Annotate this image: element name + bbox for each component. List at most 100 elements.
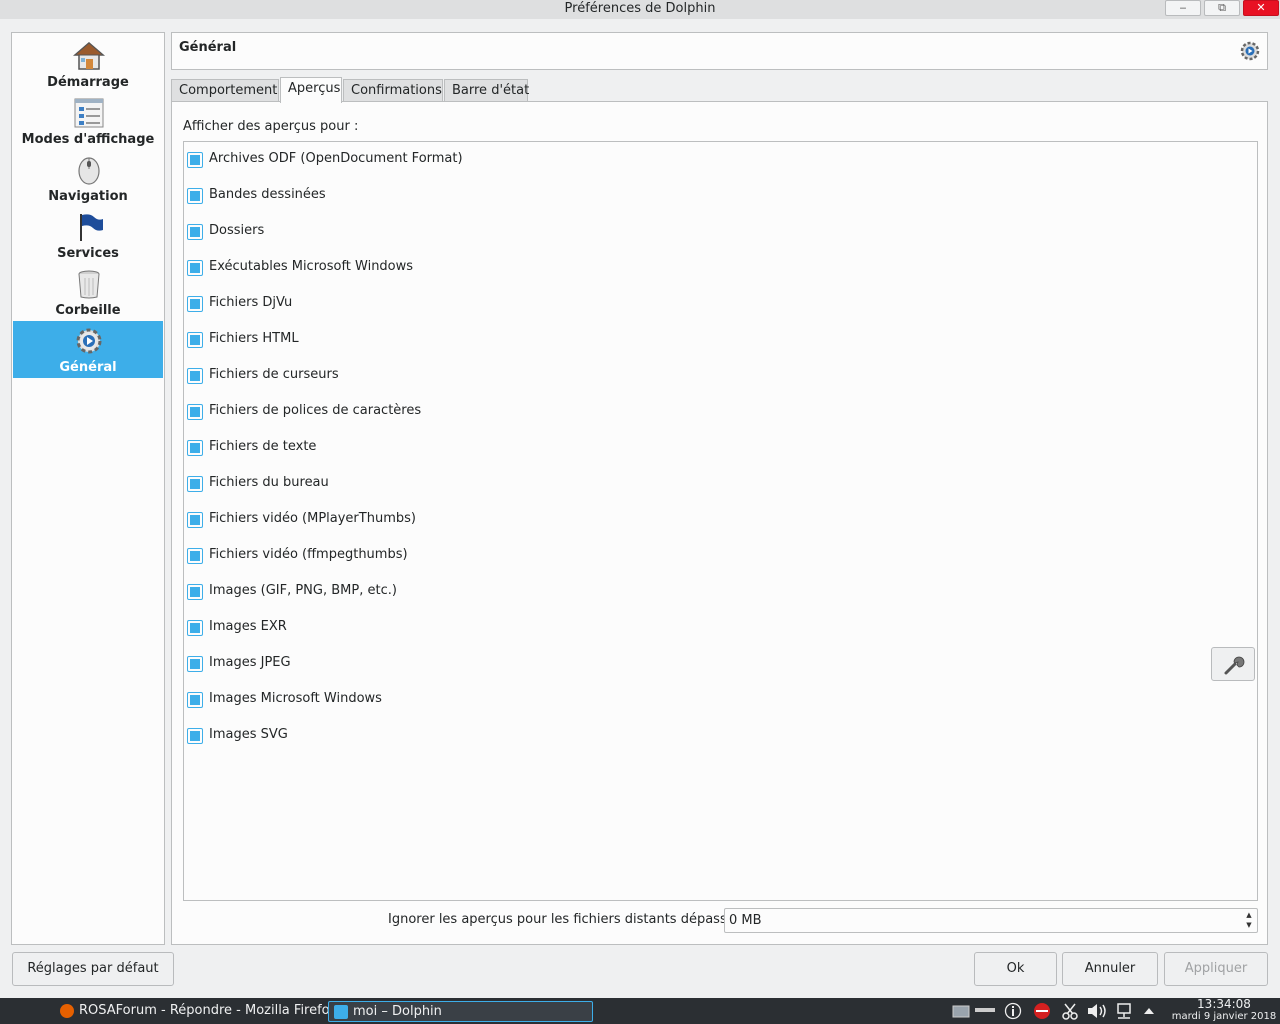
clock-time: 13:34:08 (1197, 997, 1251, 1011)
cancel-button[interactable]: Annuler (1062, 952, 1158, 986)
preview-option[interactable]: Fichiers de polices de caractères (187, 402, 887, 424)
preview-option[interactable]: Archives ODF (OpenDocument Format) (187, 150, 887, 172)
mouse-icon (78, 157, 100, 185)
network-icon[interactable] (1115, 1002, 1133, 1020)
sidebar-item-label: Modes d'affichage (21, 132, 155, 147)
taskbar-task-dolphin[interactable]: moi – Dolphin (328, 1001, 593, 1022)
checkbox[interactable] (187, 620, 203, 636)
checkbox[interactable] (187, 692, 203, 708)
page-title: Général (179, 40, 237, 55)
checkbox[interactable] (187, 296, 203, 312)
tab-barre-etat[interactable]: Barre d'état (444, 79, 529, 102)
checkbox[interactable] (187, 584, 203, 600)
sidebar-item-label: Démarrage (47, 75, 129, 90)
sidebar-item-demarrage[interactable]: Démarrage (13, 36, 163, 93)
configure-preview-button[interactable] (1211, 647, 1255, 681)
preview-option[interactable]: Fichiers vidéo (ffmpegthumbs) (187, 546, 887, 568)
preview-option[interactable]: Images EXR (187, 618, 887, 640)
preview-option[interactable]: Exécutables Microsoft Windows (187, 258, 887, 280)
task-label: ROSAForum - Répondre - Mozilla Firefox (79, 1003, 337, 1018)
sidebar-item-services[interactable]: Services (13, 207, 163, 264)
preview-option-label: Fichiers DjVu (209, 295, 293, 310)
remote-size-spinbox[interactable]: 0 MB ▲ ▼ (724, 908, 1258, 933)
preview-option-label: Images JPEG (209, 655, 291, 670)
window-titlebar: Préférences de Dolphin ‒ ⧉ ✕ (0, 0, 1280, 19)
preview-option[interactable]: Images SVG (187, 726, 887, 748)
checkbox[interactable] (187, 188, 203, 204)
preview-option[interactable]: Fichiers de curseurs (187, 366, 887, 388)
spinbox-arrows[interactable]: ▲ ▼ (1243, 910, 1255, 931)
sidebar-item-general[interactable]: Général (13, 321, 163, 378)
previews-list[interactable]: Archives ODF (OpenDocument Format) Bande… (183, 141, 1258, 901)
chevron-down-icon[interactable]: ▼ (1243, 920, 1255, 930)
ok-button[interactable]: Ok (974, 952, 1057, 986)
maximize-icon: ⧉ (1218, 1, 1226, 14)
preview-option[interactable]: Fichiers du bureau (187, 474, 887, 496)
preview-option-label: Bandes dessinées (209, 187, 326, 202)
page-header: Général (171, 32, 1268, 70)
preview-option-label: Dossiers (209, 223, 265, 238)
preview-option[interactable]: Bandes dessinées (187, 186, 887, 208)
checkbox[interactable] (187, 476, 203, 492)
chevron-up-icon[interactable]: ▲ (1243, 910, 1255, 920)
sidebar-item-modes-affichage[interactable]: Modes d'affichage (13, 93, 163, 150)
minimize-button[interactable]: ‒ (1165, 0, 1201, 16)
settings-gear-icon (1240, 41, 1260, 61)
preview-option[interactable]: Fichiers vidéo (MPlayerThumbs) (187, 510, 887, 532)
checkbox[interactable] (187, 404, 203, 420)
preview-option-label: Fichiers de texte (209, 439, 317, 454)
scissors-icon[interactable] (1061, 1002, 1079, 1020)
taskbar-task-firefox[interactable]: ROSAForum - Répondre - Mozilla Firefox (55, 1001, 337, 1022)
preview-option-label: Fichiers de polices de caractères (209, 403, 422, 418)
tab-apercus[interactable]: Aperçus (280, 77, 342, 103)
preview-option-label: Images (GIF, PNG, BMP, etc.) (209, 583, 397, 598)
checkbox[interactable] (187, 260, 203, 276)
maximize-button[interactable]: ⧉ (1204, 0, 1240, 16)
preview-option[interactable]: Fichiers DjVu (187, 294, 887, 316)
checkbox[interactable] (187, 440, 203, 456)
preview-option-label: Images EXR (209, 619, 287, 634)
sidebar-item-corbeille[interactable]: Corbeille (13, 264, 163, 321)
sidebar-item-label: Services (57, 246, 119, 261)
window-list-icon[interactable] (974, 1002, 996, 1020)
preview-option[interactable]: Images (GIF, PNG, BMP, etc.) (187, 582, 887, 604)
checkbox[interactable] (187, 332, 203, 348)
preview-option[interactable]: Fichiers de texte (187, 438, 887, 460)
checkbox[interactable] (187, 152, 203, 168)
flag-icon (80, 214, 103, 241)
info-icon[interactable] (1004, 1002, 1022, 1020)
wrench-icon (1224, 656, 1245, 675)
apply-button[interactable]: Appliquer (1164, 952, 1268, 986)
remote-size-label: Ignorer les aperçus pour les fichiers di… (388, 912, 757, 927)
preview-option[interactable]: Images Microsoft Windows (187, 690, 887, 712)
sidebar-item-label: Général (59, 360, 117, 375)
sidebar-item-navigation[interactable]: Navigation (13, 150, 163, 207)
preview-option-label: Fichiers vidéo (ffmpegthumbs) (209, 547, 408, 562)
checkbox[interactable] (187, 224, 203, 240)
sidebar-item-label: Corbeille (55, 303, 121, 318)
preview-option[interactable]: Dossiers (187, 222, 887, 244)
trash-icon (78, 270, 100, 299)
settings-gear-icon (76, 328, 102, 354)
volume-icon[interactable] (1086, 1002, 1108, 1020)
checkbox[interactable] (187, 368, 203, 384)
checkbox[interactable] (187, 548, 203, 564)
close-button[interactable]: ✕ (1243, 0, 1279, 16)
defaults-button[interactable]: Réglages par défaut (12, 952, 174, 986)
window-title: Préférences de Dolphin (564, 1, 716, 16)
clock-date: mardi 9 janvier 2018 (1171, 1011, 1277, 1022)
checkbox[interactable] (187, 512, 203, 528)
preview-option[interactable]: Images JPEG (187, 654, 887, 676)
clock[interactable]: 13:34:08 mardi 9 janvier 2018 (1168, 998, 1280, 1023)
checkbox[interactable] (187, 656, 203, 672)
preview-option[interactable]: Fichiers HTML (187, 330, 887, 352)
chevron-up-icon[interactable] (1142, 1002, 1156, 1020)
checkbox[interactable] (187, 728, 203, 744)
task-label: moi – Dolphin (353, 1004, 442, 1019)
tab-comportement[interactable]: Comportement (171, 79, 279, 102)
remote-size-value: 0 MB (729, 913, 762, 928)
pager-icon[interactable] (952, 1002, 970, 1020)
preview-option-label: Fichiers du bureau (209, 475, 329, 490)
updates-icon[interactable] (1031, 1002, 1053, 1020)
tab-confirmations[interactable]: Confirmations (343, 79, 443, 102)
